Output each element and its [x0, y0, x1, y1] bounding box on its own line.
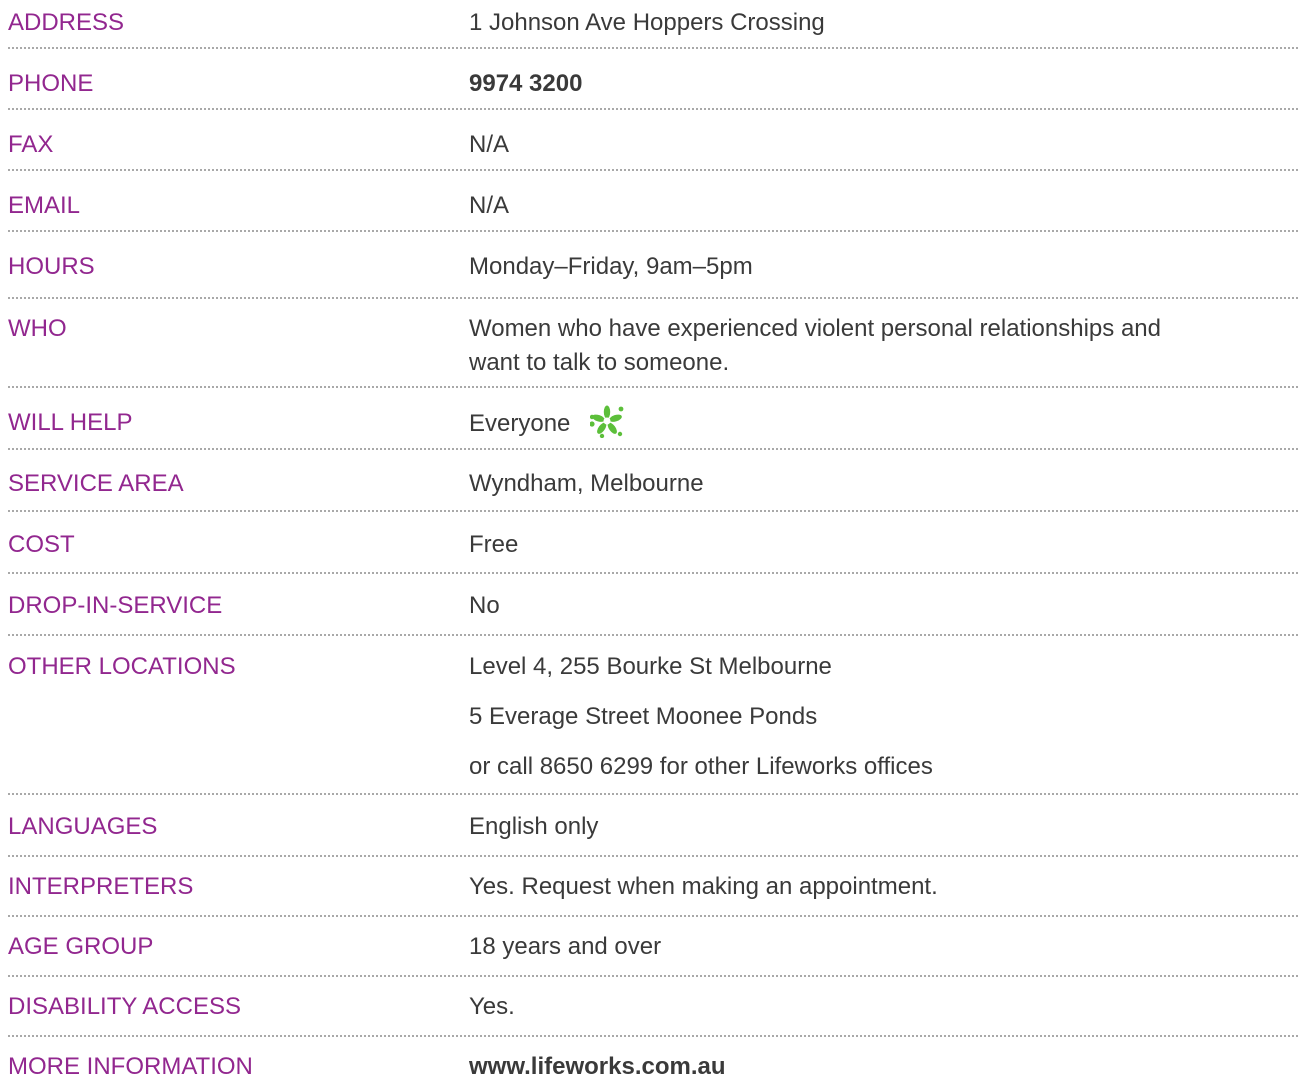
row-phone: PHONE 9974 3200: [0, 49, 1298, 110]
age-group-label: AGE GROUP: [8, 933, 154, 960]
row-other-locations: OTHER LOCATIONS Level 4, 255 Bourke St M…: [0, 636, 1298, 795]
disability-access-value: Yes.: [469, 993, 515, 1020]
email-value: N/A: [469, 192, 510, 219]
row-hours: HOURS Monday–Friday, 9am–5pm: [0, 232, 1298, 299]
other-locations-label: OTHER LOCATIONS: [8, 653, 236, 680]
flower-icon: [589, 404, 624, 438]
phone-label: PHONE: [8, 70, 94, 97]
fax-value: N/A: [469, 131, 510, 158]
service-area-label: SERVICE AREA: [8, 470, 184, 497]
row-more-information: MORE INFORMATION www.lifeworks.com.au: [0, 1037, 1298, 1080]
row-fax: FAX N/A: [0, 110, 1298, 171]
row-disability-access: DISABILITY ACCESS Yes.: [0, 977, 1298, 1037]
fax-label: FAX: [8, 131, 54, 158]
drop-in-service-value: No: [469, 592, 500, 619]
row-service-area: SERVICE AREA Wyndham, Melbourne: [0, 450, 1298, 512]
other-location-2: 5 Everage Street Moonee Ponds: [469, 703, 818, 730]
will-help-text: Everyone: [469, 409, 571, 437]
row-age-group: AGE GROUP 18 years and over: [0, 917, 1298, 977]
cost-label: COST: [8, 531, 75, 558]
who-value: Women who have experienced violent perso…: [469, 312, 1278, 380]
row-address: ADDRESS 1 Johnson Ave Hoppers Crossing: [0, 0, 1298, 49]
age-group-value: 18 years and over: [469, 933, 662, 960]
who-label: WHO: [8, 315, 67, 342]
other-location-1: Level 4, 255 Bourke St Melbourne: [469, 653, 832, 680]
row-languages: LANGUAGES English only: [0, 795, 1298, 857]
row-cost: COST Free: [0, 512, 1298, 574]
interpreters-value: Yes. Request when making an appointment.: [469, 873, 938, 900]
hours-label: HOURS: [8, 253, 95, 280]
who-value-line-2: want to talk to someone.: [469, 349, 730, 376]
row-will-help: WILL HELP Everyone: [0, 388, 1298, 450]
cost-value: Free: [469, 531, 519, 558]
service-area-value: Wyndham, Melbourne: [469, 470, 704, 497]
phone-value[interactable]: 9974 3200: [469, 67, 1278, 101]
service-details-table: ADDRESS 1 Johnson Ave Hoppers Crossing P…: [0, 0, 1298, 1080]
will-help-value: Everyone: [469, 404, 1278, 441]
row-who: WHO Women who have experienced violent p…: [0, 299, 1298, 388]
other-locations-value: Level 4, 255 Bourke St Melbourne 5 Evera…: [469, 650, 1278, 800]
row-drop-in-service: DROP-IN-SERVICE No: [0, 574, 1298, 636]
disability-access-label: DISABILITY ACCESS: [8, 993, 241, 1020]
drop-in-service-label: DROP-IN-SERVICE: [8, 592, 223, 619]
who-value-line-1: Women who have experienced violent perso…: [469, 315, 1161, 342]
email-label: EMAIL: [8, 192, 81, 219]
other-location-3: or call 8650 6299 for other Lifeworks of…: [469, 753, 933, 780]
hours-value: Monday–Friday, 9am–5pm: [469, 253, 753, 280]
will-help-label: WILL HELP: [8, 409, 133, 436]
interpreters-label: INTERPRETERS: [8, 873, 194, 900]
languages-value: English only: [469, 813, 599, 840]
address-label: ADDRESS: [8, 9, 125, 36]
row-email: EMAIL N/A: [0, 171, 1298, 232]
address-value: 1 Johnson Ave Hoppers Crossing: [469, 9, 825, 36]
languages-label: LANGUAGES: [8, 813, 158, 840]
row-interpreters: INTERPRETERS Yes. Request when making an…: [0, 857, 1298, 917]
